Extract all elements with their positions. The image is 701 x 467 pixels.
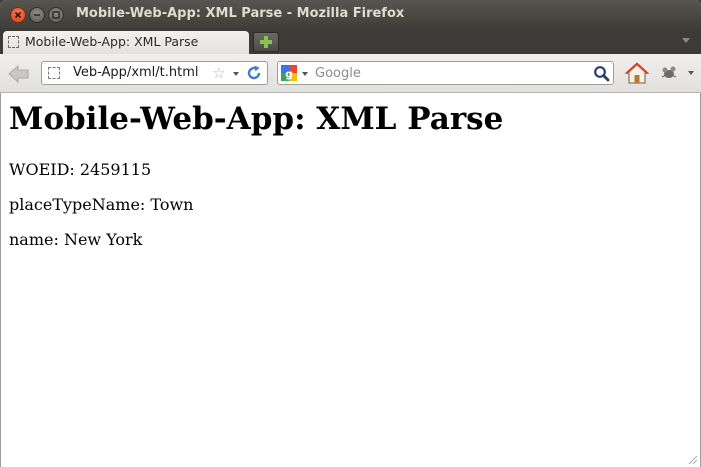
place-type-line: placeTypeName: Town (9, 195, 194, 214)
reload-button[interactable] (245, 64, 263, 82)
maximize-icon (52, 11, 60, 19)
maximize-window-button[interactable] (48, 7, 64, 23)
title-bar[interactable]: Mobile-Web-App: XML Parse - Mozilla Fire… (0, 0, 701, 30)
tab-label: Mobile-Web-App: XML Parse (25, 34, 199, 49)
search-bar[interactable]: g (277, 61, 614, 85)
reload-icon (247, 65, 261, 80)
back-button[interactable] (6, 63, 32, 85)
url-bar[interactable]: Veb-App/xml/t.html ☆ (41, 61, 268, 85)
close-window-button[interactable] (10, 7, 26, 23)
url-history-dropdown-icon[interactable] (233, 72, 239, 76)
minimize-icon (34, 14, 40, 16)
search-engine-dropdown-icon[interactable] (302, 72, 308, 76)
home-button[interactable] (624, 61, 650, 85)
plus-icon (260, 36, 272, 48)
tab-active[interactable]: Mobile-Web-App: XML Parse (3, 31, 249, 54)
addon-icon (661, 66, 677, 78)
back-arrow-icon (8, 64, 29, 84)
new-tab-button[interactable] (253, 32, 279, 52)
page-content: Mobile-Web-App: XML Parse WOEID: 2459115… (0, 93, 701, 467)
minimize-window-button[interactable] (29, 7, 45, 23)
google-icon[interactable]: g (281, 65, 297, 81)
resize-grip-icon[interactable] (686, 453, 698, 465)
woeid-line: WOEID: 2459115 (9, 160, 152, 179)
tab-strip: Mobile-Web-App: XML Parse (0, 30, 701, 54)
svg-text:g: g (285, 68, 293, 81)
toolbar-menu-dropdown-icon[interactable] (688, 71, 694, 75)
star-icon[interactable]: ☆ (212, 65, 225, 81)
page-heading: Mobile-Web-App: XML Parse (9, 101, 504, 137)
search-button[interactable] (593, 65, 610, 82)
page-favicon-icon (8, 36, 19, 48)
close-icon (14, 11, 22, 19)
place-name-line: name: New York (9, 230, 143, 249)
url-text[interactable]: Veb-App/xml/t.html (73, 65, 199, 80)
browser-window: Mobile-Web-App: XML Parse - Mozilla Fire… (0, 0, 701, 467)
window-title: Mobile-Web-App: XML Parse - Mozilla Fire… (76, 6, 405, 21)
tab-list-dropdown-icon[interactable] (682, 38, 690, 43)
navigation-toolbar: Veb-App/xml/t.html ☆ g (0, 54, 701, 93)
addon-button[interactable] (660, 65, 678, 81)
search-input[interactable] (315, 63, 585, 83)
magnifier-icon (594, 66, 610, 82)
home-icon (624, 62, 650, 84)
site-identity-icon (48, 67, 60, 79)
